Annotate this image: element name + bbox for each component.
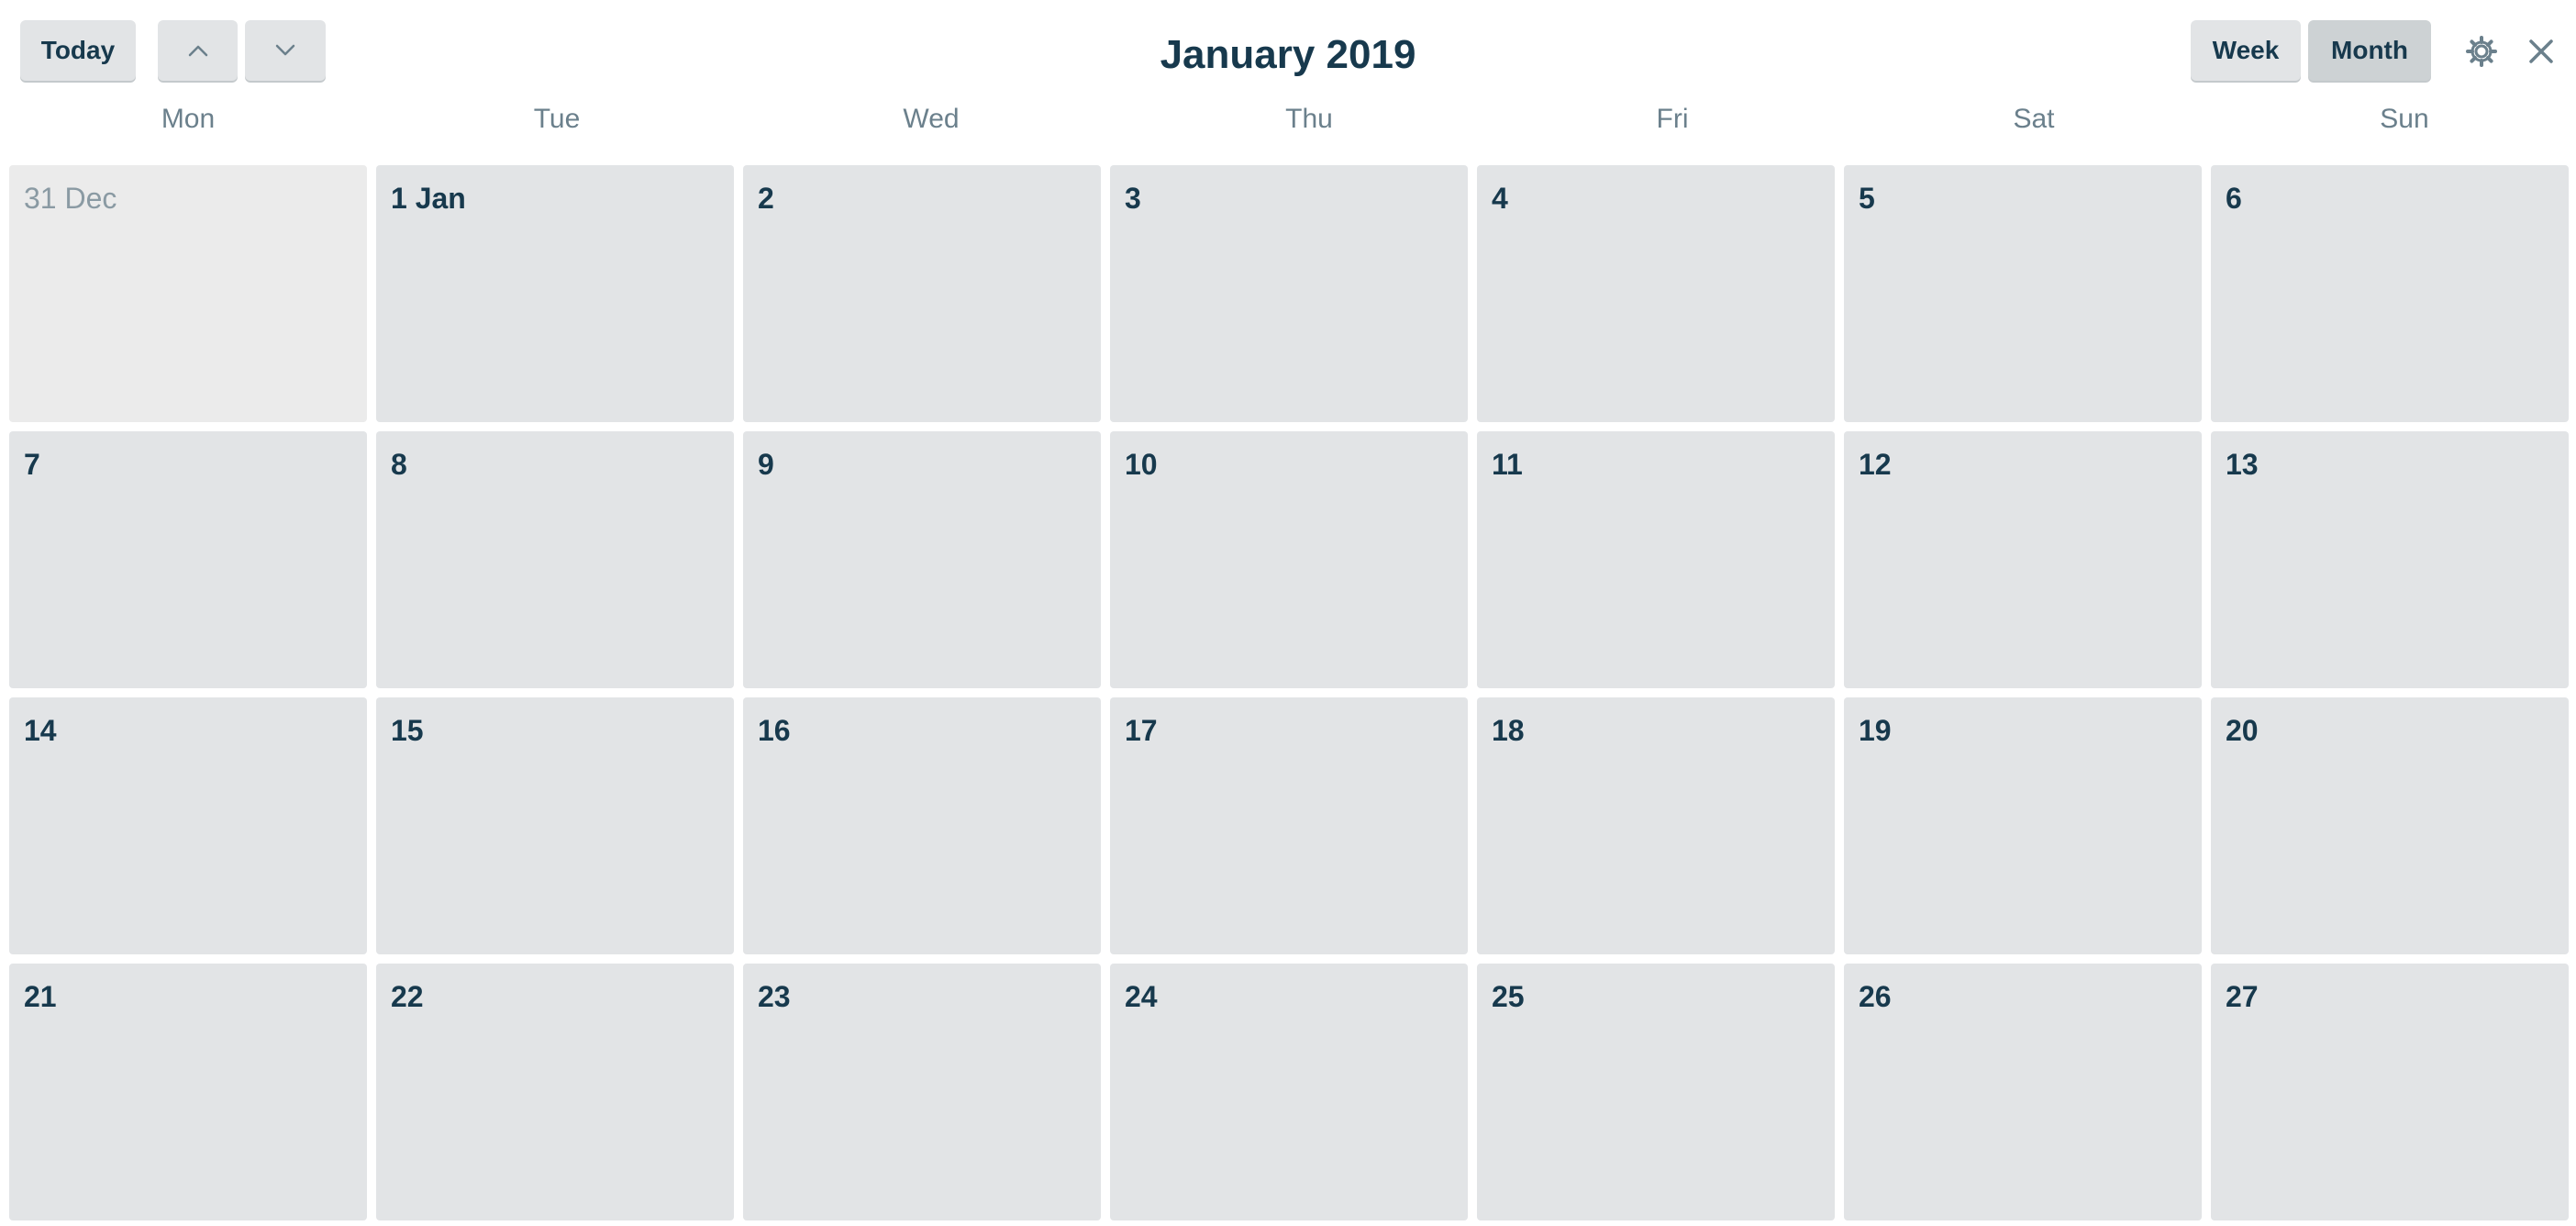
close-icon[interactable] — [2521, 31, 2561, 72]
next-button[interactable] — [245, 20, 326, 81]
day-cell[interactable]: 19 — [1844, 697, 2202, 954]
day-cell[interactable]: 16 — [743, 697, 1101, 954]
day-number: 10 — [1125, 448, 1158, 481]
weekday-label: Thu — [1285, 104, 1333, 134]
day-cell[interactable]: 22 — [376, 964, 734, 1220]
day-number: 15 — [391, 714, 424, 747]
weekday-label: Fri — [1656, 104, 1689, 134]
day-number: 4 — [1492, 182, 1508, 215]
today-button[interactable]: Today — [20, 20, 136, 81]
day-number: 26 — [1859, 980, 1892, 1013]
day-cell[interactable]: 17 — [1110, 697, 1468, 954]
day-number: 16 — [758, 714, 791, 747]
day-number: 31 Dec — [24, 182, 117, 215]
day-cell[interactable]: 6 — [2211, 165, 2569, 422]
calendar-toolbar: Today January 2019 Week Month — [0, 0, 2576, 103]
day-cell[interactable]: 7 — [9, 431, 367, 688]
day-cell[interactable]: 14 — [9, 697, 367, 954]
day-cell[interactable]: 21 — [9, 964, 367, 1220]
calendar-title: January 2019 — [1160, 32, 1416, 77]
day-cell[interactable]: 8 — [376, 431, 734, 688]
day-number: 9 — [758, 448, 774, 481]
weekday-label: Wed — [903, 104, 960, 134]
day-number: 13 — [2226, 448, 2259, 481]
day-cell[interactable]: 15 — [376, 697, 734, 954]
previous-button[interactable] — [158, 20, 238, 81]
day-number: 7 — [24, 448, 40, 481]
day-number: 5 — [1859, 182, 1875, 215]
day-cell[interactable]: 27 — [2211, 964, 2569, 1220]
day-number: 25 — [1492, 980, 1525, 1013]
day-cell[interactable]: 31 Dec — [9, 165, 367, 422]
day-cell[interactable]: 26 — [1844, 964, 2202, 1220]
day-number: 12 — [1859, 448, 1892, 481]
day-number: 11 — [1492, 448, 1523, 481]
day-cell[interactable]: 2 — [743, 165, 1101, 422]
day-number: 23 — [758, 980, 791, 1013]
day-number: 21 — [24, 980, 57, 1013]
day-cell[interactable]: 25 — [1477, 964, 1835, 1220]
day-cell[interactable]: 12 — [1844, 431, 2202, 688]
chevron-down-icon — [274, 44, 296, 57]
day-cell[interactable]: 18 — [1477, 697, 1835, 954]
weekday-header: Mon Tue Wed Thu Fri Sat Sun — [0, 97, 2576, 141]
day-number: 2 — [758, 182, 774, 215]
day-number: 18 — [1492, 714, 1525, 747]
day-number: 19 — [1859, 714, 1892, 747]
day-cell[interactable]: 11 — [1477, 431, 1835, 688]
day-cell[interactable]: 5 — [1844, 165, 2202, 422]
day-cell[interactable]: 1 Jan — [376, 165, 734, 422]
day-number: 17 — [1125, 714, 1158, 747]
day-number: 14 — [24, 714, 57, 747]
day-number: 6 — [2226, 182, 2242, 215]
day-cell[interactable]: 13 — [2211, 431, 2569, 688]
chevron-up-icon — [187, 44, 209, 57]
day-number: 20 — [2226, 714, 2259, 747]
day-cell[interactable]: 9 — [743, 431, 1101, 688]
day-cell[interactable]: 3 — [1110, 165, 1468, 422]
day-cell[interactable]: 10 — [1110, 431, 1468, 688]
day-number: 8 — [391, 448, 407, 481]
day-number: 1 Jan — [391, 182, 466, 215]
month-view-button[interactable]: Month — [2308, 20, 2431, 81]
week-view-button[interactable]: Week — [2191, 20, 2301, 81]
gear-icon[interactable] — [2461, 31, 2502, 72]
day-number: 27 — [2226, 980, 2259, 1013]
day-cell[interactable]: 23 — [743, 964, 1101, 1220]
weekday-label: Tue — [533, 104, 581, 134]
day-number: 22 — [391, 980, 424, 1013]
day-number: 3 — [1125, 182, 1141, 215]
day-cell[interactable]: 4 — [1477, 165, 1835, 422]
weekday-label: Sat — [2013, 104, 2055, 134]
month-grid: 31 Dec 1 Jan 2 3 4 5 6 7 8 9 10 11 12 13… — [9, 165, 2569, 1220]
weekday-label: Mon — [161, 104, 216, 134]
day-number: 24 — [1125, 980, 1158, 1013]
day-cell[interactable]: 20 — [2211, 697, 2569, 954]
day-cell[interactable]: 24 — [1110, 964, 1468, 1220]
weekday-label: Sun — [2380, 104, 2429, 134]
